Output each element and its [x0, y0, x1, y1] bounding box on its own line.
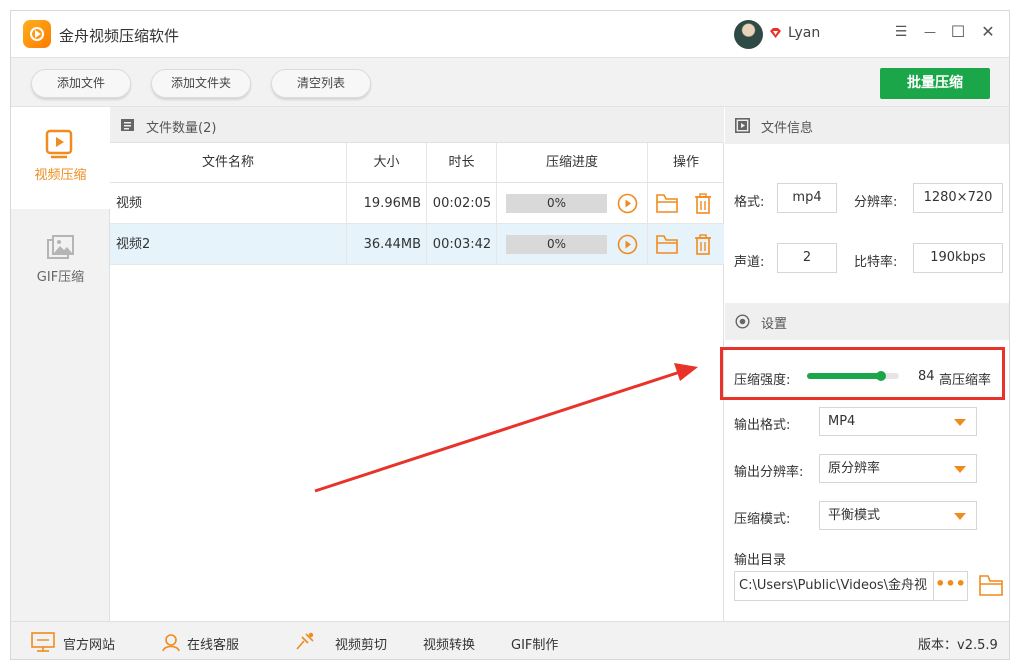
file-name: 视频2 [116, 237, 151, 252]
app-window: 金舟视频压缩软件 Lyan ☰ — ☐ ✕ 添加文件 添加文件夹 清空列表 批量… [10, 10, 1010, 660]
right-panel: 文件信息 格式: mp4 分辨率: 1280×720 声道: 2 比特率: 19… [720, 107, 1009, 621]
file-duration: 00:03:42 [432, 237, 492, 252]
file-info-icon [735, 118, 750, 133]
output-dir-input[interactable]: C:\Users\Public\Videos\金舟视 [734, 571, 934, 601]
vip-diamond-icon [770, 28, 781, 38]
compress-progress-bar: 0% [506, 235, 607, 254]
official-website-link[interactable]: 官方网站 [63, 634, 115, 653]
table-header: 文件名称 大小 时长 压缩进度 操作 [110, 143, 724, 183]
folder-icon[interactable] [656, 235, 678, 254]
image-icon [47, 235, 74, 259]
output-resolution-select[interactable]: 原分辨率 [819, 454, 977, 483]
video-cut-link[interactable]: 视频剪切 [335, 634, 387, 653]
file-info-title: 文件信息 [761, 121, 814, 136]
file-size: 19.96MB [363, 196, 421, 211]
app-logo-icon [23, 20, 51, 48]
mode-label: 压缩模式: [734, 512, 791, 527]
video-convert-link[interactable]: 视频转换 [423, 634, 475, 653]
format-value: mp4 [777, 183, 837, 213]
sidebar-item-video-compress[interactable]: 视频压缩 [11, 107, 110, 209]
minimize-icon[interactable]: — [920, 22, 940, 42]
progress-text: 0% [546, 196, 567, 210]
compress-mode-select[interactable]: 平衡模式 [819, 501, 977, 530]
delete-icon[interactable] [694, 234, 712, 255]
output-format-label: 输出格式: [734, 418, 791, 433]
output-resolution-label: 输出分辨率: [734, 465, 804, 480]
bitrate-value: 190kbps [913, 243, 1003, 273]
batch-compress-button[interactable]: 批量压缩 [880, 68, 990, 99]
bottom-bar: 官方网站 在线客服 视频剪切 视频转换 GIF制作 版本：v2.5.9 [11, 621, 1009, 659]
close-icon[interactable]: ✕ [978, 22, 998, 42]
tools-icon [296, 632, 314, 650]
compress-progress-bar: 0% [506, 194, 607, 213]
toolbar: 添加文件 添加文件夹 清空列表 批量压缩 [11, 57, 1009, 107]
resolution-value: 1280×720 [913, 183, 1003, 213]
file-list-header: 文件数量(2) [110, 107, 724, 143]
version-label: 版本：v2.5.9 [918, 638, 998, 653]
file-info-header: 文件信息 [725, 107, 1009, 144]
chevron-down-icon [954, 513, 966, 520]
chevron-down-icon [954, 466, 966, 473]
title-bar: 金舟视频压缩软件 Lyan ☰ — ☐ ✕ [11, 11, 1009, 57]
play-icon[interactable] [617, 193, 638, 214]
app-title: 金舟视频压缩软件 [59, 27, 180, 45]
column-header-actions: 操作 [672, 155, 699, 170]
column-header-progress: 压缩进度 [497, 143, 648, 182]
chevron-down-icon [954, 419, 966, 426]
add-folder-button[interactable]: 添加文件夹 [151, 69, 251, 98]
gif-make-link[interactable]: GIF制作 [511, 634, 558, 653]
user-avatar[interactable] [734, 20, 763, 49]
monitor-icon [31, 632, 55, 652]
settings-header: 设置 [725, 303, 1009, 340]
sidebar-item-label: 视频压缩 [34, 168, 87, 183]
channels-value: 2 [777, 243, 837, 273]
output-format-select[interactable]: MP4 [819, 407, 977, 436]
column-header-size: 大小 [347, 143, 427, 182]
sidebar-item-gif-compress[interactable]: GIF压缩 [11, 209, 110, 311]
username[interactable]: Lyan [788, 25, 820, 41]
browse-more-button[interactable]: ••• [933, 571, 968, 601]
column-header-duration: 时长 [427, 143, 497, 182]
table-row[interactable]: 视频 19.96MB 00:02:05 0% [110, 183, 724, 224]
progress-text: 0% [546, 237, 567, 251]
strength-highlight-box [720, 347, 1005, 400]
delete-icon[interactable] [694, 193, 712, 214]
add-file-button[interactable]: 添加文件 [31, 69, 131, 98]
file-name: 视频 [116, 196, 143, 211]
support-agent-icon [162, 634, 180, 652]
bitrate-label: 比特率: [854, 255, 898, 270]
table-row[interactable]: 视频2 36.44MB 00:03:42 0% [110, 224, 724, 265]
compress-mode-value: 平衡模式 [828, 508, 881, 523]
sidebar-item-label: GIF压缩 [36, 270, 85, 285]
video-play-icon [45, 129, 73, 159]
clear-list-button[interactable]: 清空列表 [271, 69, 371, 98]
output-dir-label: 输出目录 [734, 553, 787, 568]
play-icon[interactable] [617, 234, 638, 255]
column-header-name: 文件名称 [110, 143, 347, 182]
file-duration: 00:02:05 [432, 196, 492, 211]
list-icon [121, 119, 134, 131]
sidebar: 视频压缩 GIF压缩 [11, 107, 110, 621]
file-list-panel: 文件数量(2) 文件名称 大小 时长 压缩进度 操作 视频 19.96MB 00… [110, 107, 724, 621]
open-folder-icon[interactable] [979, 575, 1003, 596]
folder-icon[interactable] [656, 194, 678, 213]
channels-label: 声道: [734, 255, 765, 270]
settings-icon [735, 314, 750, 329]
output-resolution-value: 原分辨率 [828, 461, 881, 476]
format-label: 格式: [734, 195, 765, 210]
settings-title: 设置 [761, 317, 788, 332]
online-support-link[interactable]: 在线客服 [187, 634, 239, 653]
menu-icon[interactable]: ☰ [891, 22, 911, 42]
resolution-label: 分辨率: [854, 195, 898, 210]
maximize-icon[interactable]: ☐ [948, 22, 968, 42]
output-format-value: MP4 [828, 414, 856, 429]
file-size: 36.44MB [363, 237, 421, 252]
file-count: 文件数量(2) [146, 121, 217, 136]
